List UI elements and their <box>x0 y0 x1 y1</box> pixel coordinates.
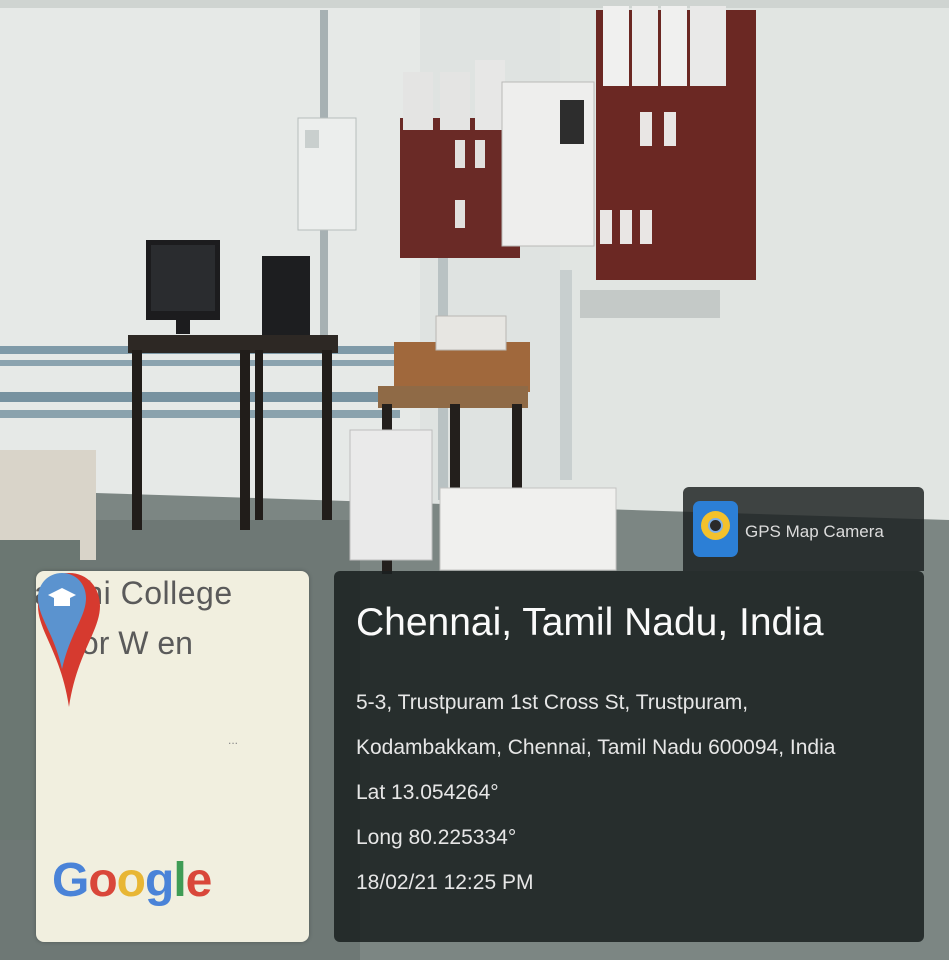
graduation-cap-icon <box>38 573 86 669</box>
wall-junction-boxes <box>297 117 357 231</box>
google-logo: Google <box>52 854 212 907</box>
location-info-card: Chennai, Tamil Nadu, India 5-3, Trustpur… <box>334 571 924 942</box>
longitude: Long 80.225334° <box>356 826 517 849</box>
latitude: Lat 13.054264° <box>356 781 499 804</box>
address-line-2: Kodambakkam, Chennai, Tamil Nadu 600094,… <box>356 736 836 759</box>
map-thumbnail: akshi College for W en ... Google <box>36 571 309 942</box>
location-title: Chennai, Tamil Nadu, India <box>356 601 824 644</box>
app-name: GPS Map Camera <box>745 522 884 541</box>
gps-map-camera-icon <box>693 501 738 557</box>
photo-scene: GPS Map Camera akshi College for W en ..… <box>0 0 949 960</box>
timestamp: 18/02/21 12:25 PM <box>356 871 534 894</box>
app-badge: GPS Map Camera <box>683 487 924 571</box>
address-line-1: 5-3, Trustpuram 1st Cross St, Trustpuram… <box>356 691 749 714</box>
map-ellipsis: ... <box>228 733 239 747</box>
